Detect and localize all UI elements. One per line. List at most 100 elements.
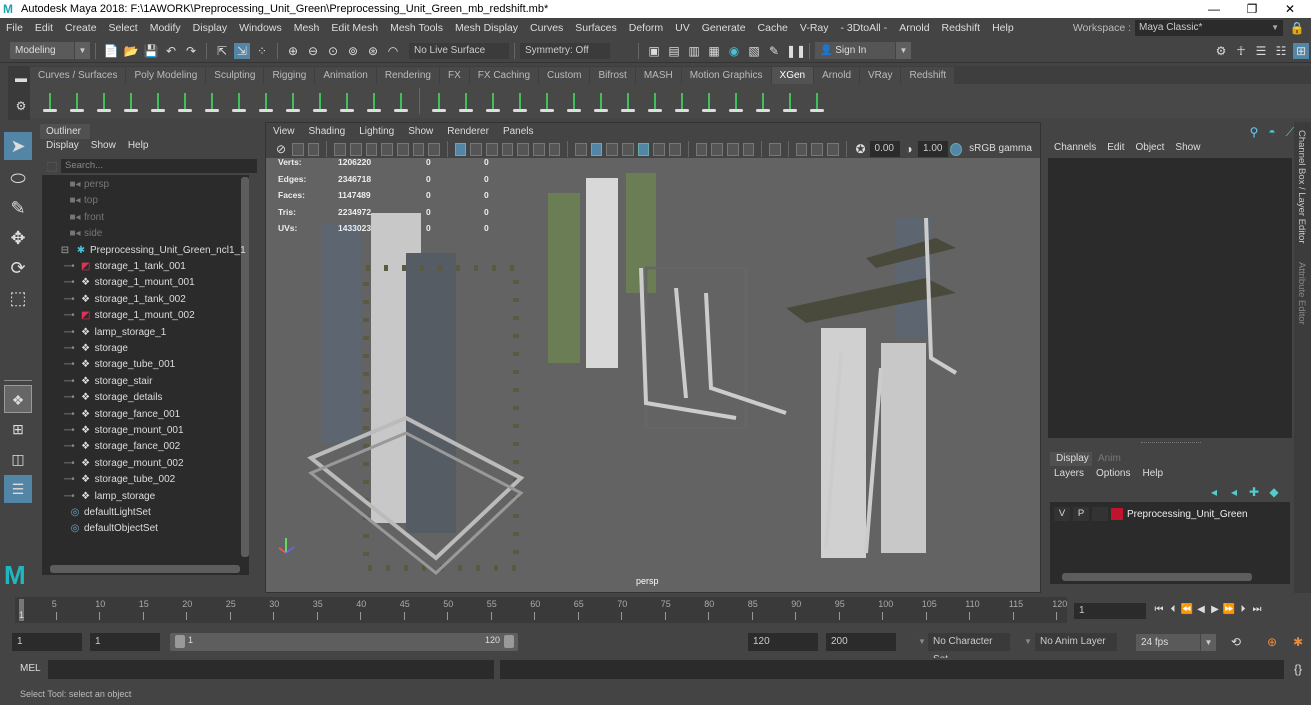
go-to-end-icon[interactable]: ⏭ [1250, 603, 1264, 617]
shelf-tab-xgen[interactable]: XGen [771, 67, 814, 84]
shelf-tab-mash[interactable]: MASH [635, 67, 681, 84]
menu-set-dropdown[interactable]: Modeling ▼ [10, 42, 90, 59]
outliner-horizontal-scrollbar[interactable] [50, 565, 240, 573]
layer-horizontal-scrollbar[interactable] [1062, 573, 1252, 581]
outliner-item[interactable]: ─• ❖ storage [64, 341, 128, 357]
field-chart-icon[interactable] [517, 142, 529, 156]
cut-guide-icon[interactable] [363, 89, 385, 113]
resolution-gate-icon[interactable] [486, 142, 498, 156]
snap-curve-icon[interactable]: ⊖ [305, 43, 321, 59]
exposure-field[interactable]: 0.00 [869, 141, 900, 157]
move-layer-down-icon[interactable]: ◂ [1226, 484, 1242, 500]
menu-redshift[interactable]: Redshift [936, 22, 987, 34]
character-set-dropdown[interactable]: No Character Set [928, 633, 1010, 665]
loop-icon[interactable]: ⟲ [1228, 634, 1244, 650]
multisample-aa-icon[interactable] [726, 142, 739, 156]
menu-arnold[interactable]: Arnold [893, 22, 935, 34]
shelf-tab-rigging[interactable]: Rigging [264, 67, 315, 84]
menu-curves[interactable]: Curves [524, 22, 569, 34]
outliner-item[interactable]: ─• ❖ storage_1_mount_001 [64, 275, 195, 291]
channel-box-side-tab[interactable]: Channel Box / Layer Editor [1296, 130, 1307, 244]
shelf-tab-motion-graphics[interactable]: Motion Graphics [681, 67, 771, 84]
open-scene-icon[interactable]: 📂 [123, 43, 139, 59]
paint-select-tool-icon[interactable]: ✎ [4, 194, 32, 222]
shelf-tab-fx[interactable]: FX [439, 67, 469, 84]
attribute-editor-side-tab[interactable]: Attribute Editor [1296, 262, 1307, 325]
channel-box-menu-edit[interactable]: Edit [1107, 142, 1124, 153]
anim-layer-arrow-icon[interactable]: ▼ [1020, 634, 1036, 650]
time-slider-bar[interactable]: 1 5 10 15 20 25 30 35 40 45 50 55 60 65 70 75 80 85 90 95 1… [15, 597, 1067, 623]
tab-anim[interactable]: Anim [1092, 452, 1134, 466]
clump-brush-icon[interactable] [671, 89, 693, 113]
film-gate-icon[interactable] [470, 142, 482, 156]
bookmarks-icon[interactable] [307, 142, 320, 156]
outliner-item[interactable]: ─• ❖ storage_mount_001 [64, 423, 184, 439]
shelf-tab-bifrost[interactable]: Bifrost [590, 67, 635, 84]
shelf-settings-icon[interactable]: ⚙ [13, 98, 29, 114]
outliner-item[interactable]: ─• ❖ storage_stair [64, 374, 152, 390]
shelf-tab-redshift[interactable]: Redshift [901, 67, 955, 84]
outliner-item[interactable]: ─• ❖ storage_mount_002 [64, 456, 184, 472]
minimize-button[interactable]: — [1197, 0, 1231, 18]
freeze-brush-icon[interactable] [590, 89, 612, 113]
save-scene-icon[interactable]: 💾 [143, 43, 159, 59]
wireframe-icon[interactable] [575, 142, 587, 156]
outliner-item[interactable]: ─• ◩ storage_1_mount_002 [64, 308, 195, 324]
menu-surfaces[interactable]: Surfaces [569, 22, 622, 34]
outliner-tab[interactable]: Outliner [40, 124, 90, 139]
render-frame-icon[interactable]: ▤ [666, 43, 682, 59]
camera-attributes-icon[interactable] [292, 142, 304, 156]
outliner-item[interactable]: ─• ❖ lamp_storage_1 [64, 325, 166, 341]
layer-menu-options[interactable]: Options [1096, 468, 1130, 479]
shelf-tab-sculpting[interactable]: Sculpting [206, 67, 264, 84]
snap-live-icon[interactable]: ◠ [385, 43, 401, 59]
menu-modify[interactable]: Modify [144, 22, 187, 34]
move-tool-icon[interactable]: ✥ [4, 224, 32, 252]
scale-tool-icon[interactable]: ⬚ [4, 284, 32, 312]
channel-box-menu-object[interactable]: Object [1136, 142, 1165, 153]
outliner-item[interactable]: ─• ❖ storage_fance_002 [64, 439, 180, 455]
animation-start-field[interactable]: 1 [12, 633, 82, 651]
hypershade-icon[interactable]: ◉ [726, 43, 742, 59]
viewport-menu-view[interactable]: View [273, 126, 295, 137]
menu-mesh-display[interactable]: Mesh Display [449, 22, 524, 34]
screen-space-ao-icon[interactable] [695, 142, 708, 156]
current-frame-field[interactable]: 1 [1074, 603, 1146, 619]
channel-box-icon[interactable]: ⚲ [1246, 124, 1262, 140]
snap-grid-icon[interactable]: ⊕ [285, 43, 301, 59]
depth-of-field-icon[interactable] [742, 142, 755, 156]
two-d-pan-zoom-icon[interactable] [349, 142, 362, 156]
create-groom-icon[interactable] [455, 89, 477, 113]
use-all-lights-icon[interactable] [653, 142, 666, 156]
guide-tangent-icon[interactable] [336, 89, 358, 113]
light-editor-icon[interactable]: ✎ [766, 43, 782, 59]
script-editor-icon[interactable]: {} [1290, 661, 1306, 677]
xgen-editor-icon[interactable] [39, 89, 61, 113]
command-input[interactable] [48, 660, 494, 679]
outliner-item[interactable]: ─• ❖ storage_details [64, 390, 162, 406]
tab-display[interactable]: Display [1050, 452, 1092, 466]
convert-guide-icon[interactable] [390, 89, 412, 113]
menu-v-ray[interactable]: V-Ray [794, 22, 835, 34]
outliner-menu-help[interactable]: Help [128, 140, 149, 151]
select-object-icon[interactable]: ⇲ [234, 42, 250, 59]
modeling-toolkit-tab-icon[interactable]: ◓ [1264, 124, 1280, 140]
create-description-icon[interactable] [66, 89, 88, 113]
animation-preferences-icon[interactable]: ✱ [1290, 634, 1306, 650]
range-start-handle[interactable] [175, 635, 185, 648]
menu-generate[interactable]: Generate [696, 22, 752, 34]
color-management-icon[interactable] [950, 142, 963, 156]
select-hierarchy-icon[interactable]: ⇱ [214, 43, 230, 59]
outliner-item-camera[interactable]: ■◂ side [68, 226, 102, 242]
menu-deform[interactable]: Deform [623, 22, 669, 34]
select-brush-icon[interactable] [725, 89, 747, 113]
lock-icon[interactable]: 🔒 [1289, 20, 1305, 36]
delete-description-icon[interactable] [93, 89, 115, 113]
two-view-layout-icon[interactable]: ◫ [4, 445, 32, 473]
mel-label[interactable]: MEL [20, 663, 41, 674]
menu-display[interactable]: Display [187, 22, 233, 34]
place-guide-icon[interactable] [174, 89, 196, 113]
shelf-tab-vray[interactable]: VRay [860, 67, 901, 84]
grease-pencil-icon[interactable] [365, 142, 378, 156]
textured-icon[interactable] [637, 142, 650, 156]
